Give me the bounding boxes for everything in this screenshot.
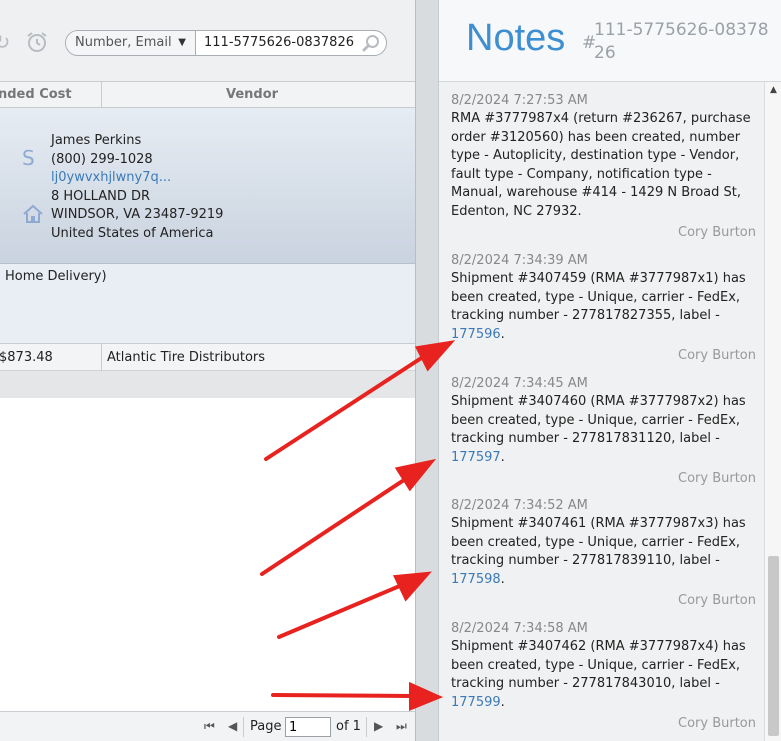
- note-timestamp: 8/2/2024 7:34:39 AM: [451, 253, 588, 268]
- last-page-icon[interactable]: ⏭: [396, 719, 407, 734]
- delivery-row: Home Delivery): [0, 264, 415, 344]
- prev-page-icon[interactable]: ◀: [228, 719, 237, 733]
- column-header-cost[interactable]: nded Cost: [0, 87, 72, 102]
- note-suffix: .: [500, 326, 505, 342]
- search-icon[interactable]: [362, 34, 380, 52]
- notes-order-id: 111-5775626-0837826: [594, 20, 769, 63]
- contact-country: United States of America: [51, 225, 214, 241]
- scroll-up-icon[interactable]: ▲: [765, 82, 781, 98]
- note-author: Cory Burton: [678, 471, 756, 486]
- pager-divider: [366, 717, 367, 737]
- extended-cost-cell: $873.48: [0, 350, 53, 365]
- notes-panel: Notes # 111-5775626-0837826 8/2/2024 7:2…: [438, 0, 781, 741]
- contact-card: S James Perkins (800) 299-1028 lj0ywvxhj…: [0, 108, 415, 264]
- note-author: Cory Burton: [678, 716, 756, 731]
- search-type-select[interactable]: Number, Email ▼: [66, 31, 196, 55]
- note-item: 8/2/2024 7:34:45 AM Shipment #3407460 (R…: [451, 375, 756, 488]
- contact-phone: (800) 299-1028: [51, 151, 153, 167]
- note-author: Cory Burton: [678, 225, 756, 240]
- note-timestamp: 8/2/2024 7:34:45 AM: [451, 376, 588, 391]
- page-count-label: of 1: [336, 719, 361, 734]
- contact-address-line1: 8 HOLLAND DR: [51, 188, 150, 204]
- note-body: Shipment #3407460 (RMA #3777987x2) has b…: [451, 393, 756, 467]
- next-page-icon[interactable]: ▶: [374, 719, 383, 733]
- note-author: Cory Burton: [678, 593, 756, 608]
- note-author: Cory Burton: [678, 348, 756, 363]
- note-body: Shipment #3407461 (RMA #3777987x3) has b…: [451, 515, 756, 589]
- page-number-input[interactable]: [285, 717, 331, 737]
- label-link[interactable]: 177598: [451, 572, 501, 587]
- note-body: RMA #3777987x4 (return #236267, purchase…: [451, 111, 751, 219]
- notes-title: Notes: [466, 17, 566, 59]
- notes-list: 8/2/2024 7:27:53 AM RMA #3777987x4 (retu…: [439, 82, 764, 741]
- note-text: Shipment #3407462 (RMA #3777987x4) has b…: [451, 639, 746, 691]
- note-text: Shipment #3407461 (RMA #3777987x3) has b…: [451, 516, 746, 568]
- contact-type-icon: S: [22, 146, 35, 170]
- order-panel: ↻ Number, Email ▼ 111-5775626-0837826 nd…: [0, 0, 416, 741]
- home-icon: [22, 204, 44, 224]
- note-timestamp: 8/2/2024 7:34:52 AM: [451, 498, 588, 513]
- search-box: Number, Email ▼ 111-5775626-0837826: [65, 30, 387, 56]
- scroll-thumb[interactable]: [768, 556, 779, 736]
- note-item: 8/2/2024 7:27:53 AM RMA #3777987x4 (retu…: [451, 92, 756, 242]
- note-suffix: .: [500, 571, 505, 587]
- note-body: Shipment #3407459 (RMA #3777987x1) has b…: [451, 270, 756, 344]
- contact-address-line2: WINDSOR, VA 23487-9219: [51, 207, 224, 222]
- label-link[interactable]: 177597: [451, 450, 501, 465]
- column-divider: [101, 82, 102, 108]
- column-divider: [101, 344, 102, 371]
- note-item: 8/2/2024 7:34:39 AM Shipment #3407459 (R…: [451, 252, 756, 365]
- search-input[interactable]: 111-5775626-0837826: [204, 31, 354, 55]
- pager-divider: [243, 717, 244, 737]
- column-header-vendor[interactable]: Vendor: [226, 87, 278, 102]
- alarm-clock-icon[interactable]: [25, 30, 49, 54]
- grid-header: nded Cost Vendor: [0, 82, 415, 108]
- pager: ⏮ ◀ Page of 1 ▶ ⏭: [0, 711, 415, 741]
- note-timestamp: 8/2/2024 7:34:58 AM: [451, 621, 588, 636]
- label-link[interactable]: 177596: [451, 327, 501, 342]
- chevron-down-icon: ▼: [178, 37, 186, 48]
- table-row[interactable]: $873.48 Atlantic Tire Distributors: [0, 344, 415, 371]
- vendor-cell: Atlantic Tire Distributors: [107, 350, 266, 365]
- label-link[interactable]: 177599: [451, 695, 501, 710]
- note-suffix: .: [500, 449, 505, 465]
- note-timestamp: 8/2/2024 7:27:53 AM: [451, 93, 588, 108]
- note-item: 8/2/2024 7:34:58 AM Shipment #3407462 (R…: [451, 620, 756, 733]
- table-footer-band: [0, 371, 415, 398]
- first-page-icon[interactable]: ⏮: [204, 719, 215, 734]
- delivery-method: Home Delivery): [5, 269, 107, 284]
- note-item: 8/2/2024 7:34:52 AM Shipment #3407461 (R…: [451, 497, 756, 610]
- note-text: Shipment #3407459 (RMA #3777987x1) has b…: [451, 271, 746, 323]
- search-type-label: Number, Email: [75, 35, 172, 50]
- page-label: Page: [250, 719, 282, 734]
- notes-scrollbar[interactable]: ▲: [764, 82, 781, 741]
- contact-email-link[interactable]: lj0ywvxhjlwny7q...: [51, 169, 223, 188]
- notes-header: Notes # 111-5775626-0837826: [439, 0, 781, 82]
- contact-name: James Perkins: [51, 133, 142, 148]
- note-text: Shipment #3407460 (RMA #3777987x2) has b…: [451, 394, 746, 446]
- note-suffix: .: [500, 694, 505, 710]
- toolbar: ↻ Number, Email ▼ 111-5775626-0837826: [0, 0, 415, 82]
- refresh-icon[interactable]: ↻: [0, 30, 14, 54]
- note-body: Shipment #3407462 (RMA #3777987x4) has b…: [451, 638, 756, 712]
